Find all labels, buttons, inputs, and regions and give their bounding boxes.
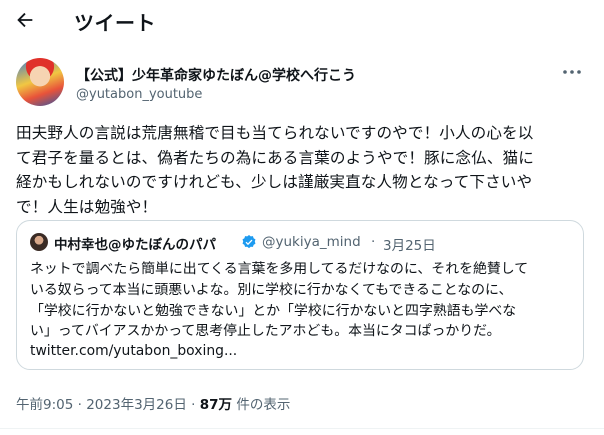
tweet-text: 田夫野人の言説は荒唐無稽で目も当てられないですのやで！小人の心を以 て君子を量る… [16,124,534,216]
meta-separator: · [191,397,196,413]
quote-link[interactable]: twitter.com/yutabon_boxing... [30,343,237,359]
author-avatar[interactable] [16,58,64,106]
tweet-date[interactable]: 2023年3月26日 [86,397,187,413]
author-handle[interactable]: @yutabon_youtube [76,87,202,102]
more-horizontal-icon [563,70,581,74]
quoted-tweet[interactable]: 中村幸也@ゆたぼんのパパ @yukiya_mind · 3月25日 ネットで調べ… [16,220,584,370]
quote-date[interactable]: 3月25日 [383,234,436,254]
quote-author-avatar[interactable] [30,233,48,251]
author-name[interactable]: 【公式】少年革命家ゆたぼん@学校へ行こう [76,65,356,85]
more-options-button[interactable] [560,62,584,82]
quote-separator: · [371,234,376,250]
arrow-left-icon [17,12,33,28]
views-label: 件の表示 [236,397,291,413]
quote-text: ネットで調べたら簡単に出てくる言葉を多用してるだけなのに、それを絶賛して いる奴… [30,261,529,340]
page-title: ツイート [74,11,156,35]
back-button[interactable] [14,9,40,35]
verified-badge-icon [242,235,256,249]
divider [0,428,604,429]
meta-separator: · [77,397,82,413]
top-bar: ツイート [0,0,604,44]
quote-author-handle[interactable]: @yukiya_mind [262,234,361,250]
tweet-metadata: 午前9:05 · 2023年3月26日 · 87万 件の表示 [16,393,290,413]
views-count[interactable]: 87万 [200,397,232,413]
quote-author-name[interactable]: 中村幸也@ゆたぼんのパパ [54,233,216,253]
tweet-time[interactable]: 午前9:05 [16,397,73,413]
